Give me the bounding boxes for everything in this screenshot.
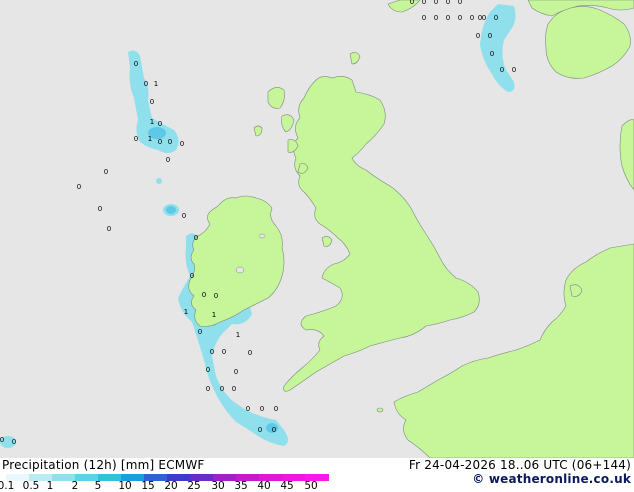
hebrides: [267, 87, 285, 109]
color-scale-tick-label: 50: [304, 480, 318, 492]
color-scale-tick-label: 5: [94, 480, 102, 492]
precip-station-value: 0: [166, 156, 170, 164]
precip-station-value: 0: [144, 80, 148, 88]
precip-station-value: 0: [220, 385, 224, 393]
precip-station-value: 1: [184, 308, 188, 316]
precip-station-value: 0: [158, 120, 162, 128]
precip-station-value: 0: [202, 291, 206, 299]
precip-station-value: 0: [150, 98, 154, 106]
precip-station-value: 0: [434, 14, 438, 22]
precip-station-value: 0: [222, 348, 226, 356]
precip-station-value: 0: [422, 0, 426, 6]
precip-station-value: 0: [470, 14, 474, 22]
precip-station-value: 0: [494, 14, 498, 22]
precip-station-value: 0: [168, 138, 172, 146]
precip-station-value: 0: [258, 426, 262, 434]
precip-station-value: 0: [446, 14, 450, 22]
color-scale-tick-label: 40: [257, 480, 271, 492]
color-scale-tick-label: 20: [164, 480, 178, 492]
precip-station-value: 0: [158, 138, 162, 146]
precip-station-value: 0: [98, 205, 102, 213]
color-scale-tick-label: 0.5: [22, 480, 40, 492]
precip-station-value: 0: [206, 366, 210, 374]
precipitation-map: 00 101 010 0 0 00000000010 010 10 0 00 00 0 00 0 00 00 0…: [0, 0, 634, 458]
precip-station-value: 0: [180, 140, 184, 148]
precip-station-value: 0: [234, 368, 238, 376]
precip-station-value: 0: [77, 183, 81, 191]
map-title: Precipitation (12h) [mm] ECMWF: [2, 458, 205, 472]
precip-station-value: 0: [482, 14, 486, 22]
color-scale-tick-label: 30: [211, 480, 225, 492]
precip-station-value: 0: [458, 0, 462, 6]
precip-station-value: 0: [12, 438, 16, 446]
color-scale-tick-label: 45: [280, 480, 294, 492]
precip-station-value: 1: [236, 331, 240, 339]
precip-station-value: 0: [0, 436, 4, 444]
precip-station-value: 0: [134, 135, 138, 143]
precip-station-value: 0: [446, 0, 450, 6]
precip-station-value: 0: [260, 405, 264, 413]
precip-station-value: 0: [500, 66, 504, 74]
precip-station-value: 1: [154, 80, 158, 88]
color-scale-tick-label: 1: [46, 480, 54, 492]
precip-station-value: 0: [210, 348, 214, 356]
precip-station-value: 0: [490, 50, 494, 58]
precip-station-value: 0: [410, 0, 414, 6]
precip-station-value: 0: [104, 168, 108, 176]
precip-station-value: 0: [274, 405, 278, 413]
precip-station-value: 0: [198, 328, 202, 336]
precip-station-value: 0: [182, 212, 186, 220]
precip-station-value: 0: [488, 32, 492, 40]
valid-datetime: Fr 24-04-2026 18..06 UTC (06+144): [408, 458, 631, 472]
precip-station-value: 0: [107, 225, 111, 233]
map-view: 0010101000000000000100101000000000000000…: [0, 0, 634, 492]
precip-station-value: 0: [512, 66, 516, 74]
color-scale-tick-label: 35: [234, 480, 248, 492]
precip-station-value: 0: [232, 385, 236, 393]
color-scale-tick-label: 10: [118, 480, 132, 492]
precip-station-value: 1: [212, 311, 216, 319]
precip-station-value: 1: [150, 118, 154, 126]
precip-station-value: 0: [476, 32, 480, 40]
precip-station-value: 0: [248, 349, 252, 357]
precip-station-value: 0: [194, 234, 198, 242]
precip-station-value: 0: [422, 14, 426, 22]
credit-link[interactable]: © weatheronline.co.uk: [472, 472, 631, 486]
color-scale-tick-label: 15: [141, 480, 155, 492]
precip-station-value: 0: [206, 385, 210, 393]
color-scale-tick-label: 2: [71, 480, 79, 492]
precip-station-value: 1: [148, 135, 152, 143]
precip-station-value: 0: [458, 14, 462, 22]
color-scale-tick-label: 0.1: [0, 480, 15, 492]
precip-station-value: 0: [134, 60, 138, 68]
precip-station-value: 0: [190, 272, 194, 280]
precip-station-value: 0: [214, 292, 218, 300]
precip-station-value: 0: [272, 426, 276, 434]
color-scale-tick-label: 25: [187, 480, 201, 492]
precip-station-value: 0: [434, 0, 438, 6]
precip-station-value: 0: [246, 405, 250, 413]
legend-footer: Precipitation (12h) [mm] ECMWF Fr 24-04-…: [0, 458, 634, 492]
